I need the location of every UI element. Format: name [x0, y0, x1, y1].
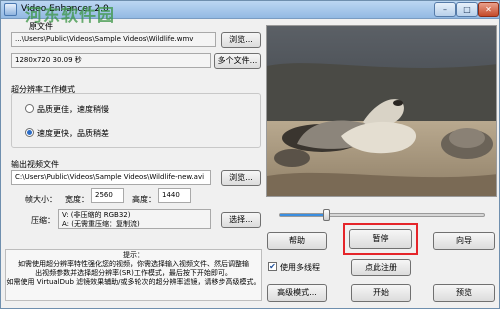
source-file-path[interactable]: ...\Users\Public\Videos\Sample Videos\Wi… [11, 32, 216, 47]
mode-speed-radio[interactable] [25, 128, 34, 137]
hint-line-3: 如需使用 VirtualDub 滤镜效果辅助/或多轮次的超分辨率滤镜，请移步高级… [6, 278, 261, 286]
register-button[interactable]: 点此注册 [351, 259, 411, 276]
wizard-button[interactable]: 向导 [433, 232, 495, 250]
height-input[interactable]: 1440 [158, 188, 191, 203]
multiple-files-button[interactable]: 多个文件... [214, 53, 261, 69]
minimize-button[interactable]: – [434, 2, 456, 17]
advanced-mode-button[interactable]: 高级模式... [267, 284, 327, 302]
seek-slider-track[interactable] [279, 213, 485, 217]
multithread-checkbox[interactable]: ✔ [268, 262, 277, 271]
app-window: Video Enhancer 2.0 河东软件园 – □ ✕ 原文件 ...\U… [0, 0, 500, 309]
mode-speed-label: 速度更快，品质稍差 [37, 129, 109, 138]
mode-quality-radio[interactable] [25, 104, 34, 113]
source-browse-button[interactable]: 浏览... [221, 32, 261, 48]
output-title: 输出视频文件 [11, 160, 59, 169]
help-button[interactable]: 帮助 [267, 232, 327, 250]
output-browse-button[interactable]: 浏览... [221, 170, 261, 186]
seek-slider-fill [280, 214, 327, 216]
close-button[interactable]: ✕ [478, 2, 499, 17]
maximize-button[interactable]: □ [456, 2, 478, 17]
sr-mode-group [11, 93, 261, 148]
compression-video: V: (非压缩的 RGB32) [62, 211, 131, 219]
video-preview [266, 25, 497, 197]
width-label: 宽度： [65, 195, 89, 204]
width-input[interactable]: 2560 [91, 188, 124, 203]
seek-slider-thumb[interactable] [322, 209, 330, 221]
preview-button[interactable]: 预览 [433, 284, 495, 302]
app-icon [4, 3, 17, 16]
compression-label: 压缩： [31, 216, 55, 225]
hint-line-1: 如需使用超分辨率特性强化您的视频，你需选择输入视频文件、然后调整输 [18, 260, 249, 268]
title-bar: Video Enhancer 2.0 河东软件园 – □ ✕ [1, 1, 499, 26]
compression-info: V: (非压缩的 RGB32) A: (无需重压缩：复制流) [58, 209, 211, 229]
compression-select-button[interactable]: 选择... [221, 212, 261, 228]
video-frame-seals [267, 26, 496, 196]
height-label: 高度： [132, 195, 156, 204]
mode-quality-label: 品质更佳，速度稍慢 [37, 105, 109, 114]
hint-panel: 提示： 如需使用超分辨率特性强化您的视频，你需选择输入视频文件、然后调整输 出视… [5, 249, 262, 301]
output-file-path[interactable]: C:\Users\Public\Videos\Sample Videos\Wil… [11, 170, 211, 185]
start-button[interactable]: 开始 [351, 284, 411, 302]
source-file-info: 1280x720 30.09 秒 [11, 53, 211, 68]
pause-highlight-box [343, 223, 418, 255]
source-file-label: 原文件 [29, 22, 53, 31]
compression-audio: A: (无需重压缩：复制流) [62, 220, 140, 228]
multithread-label: 使用多线程 [280, 263, 320, 272]
hint-title: 提示： [123, 251, 144, 259]
hint-line-2: 出视频参数并选择超分辨率(SR)工作模式，最后按下开始即可。 [35, 269, 232, 277]
frame-size-label: 帧大小： [25, 195, 57, 204]
